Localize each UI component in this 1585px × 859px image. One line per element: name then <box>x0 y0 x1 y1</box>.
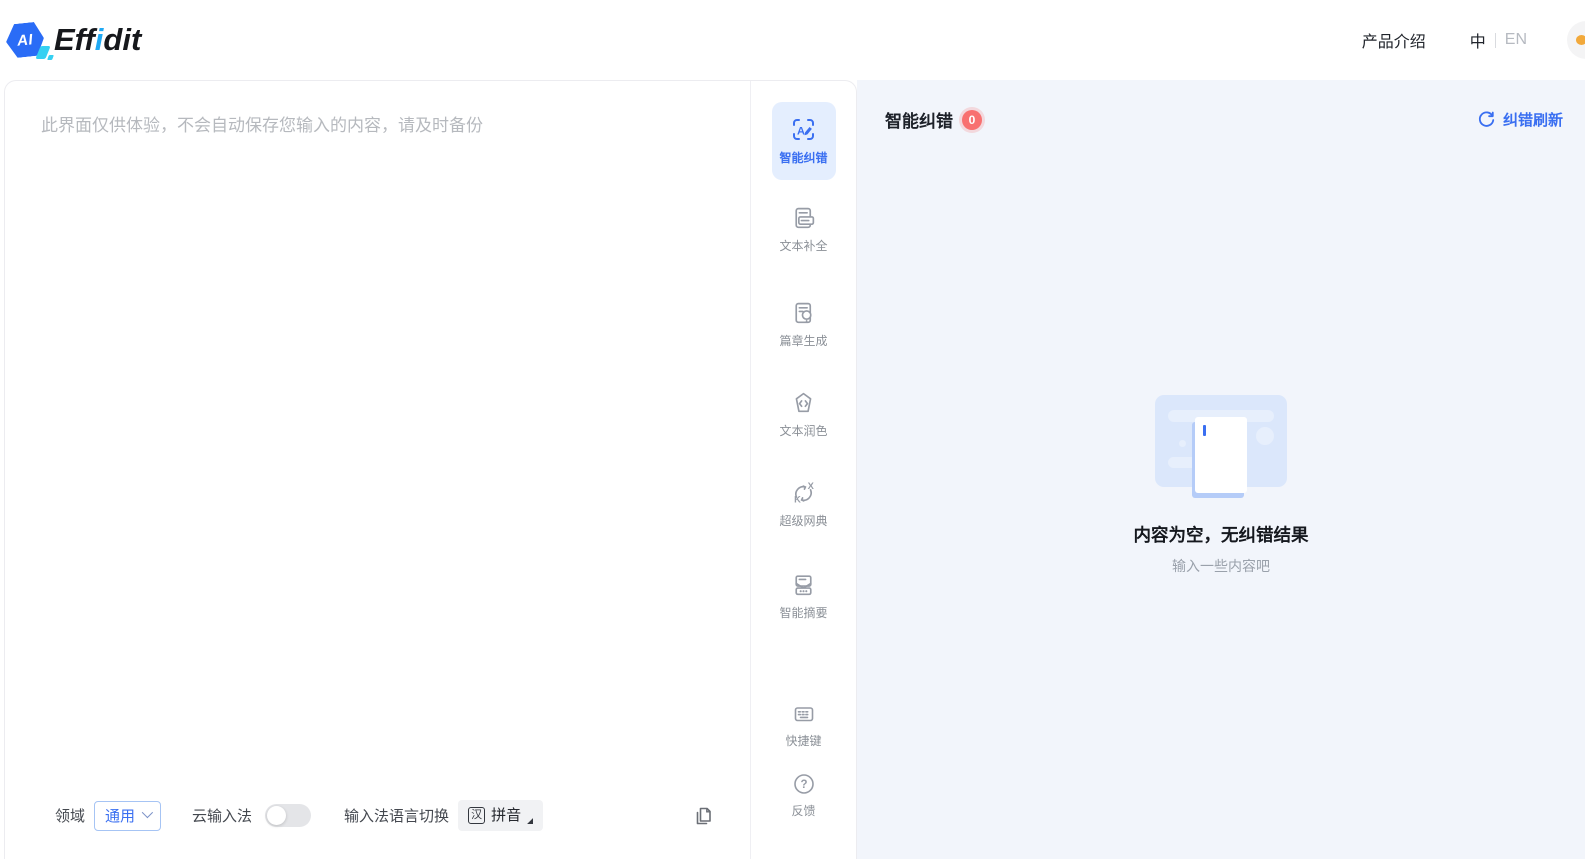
text-polish-icon <box>790 390 817 417</box>
ime-switch-label: 输入法语言切换 <box>344 805 449 826</box>
sidebar-item-super-dict[interactable]: X K 超级网典 <box>759 480 849 529</box>
sidebar-item-text-polish[interactable]: 文本润色 <box>759 390 849 439</box>
cloud-ime-toggle[interactable] <box>265 804 311 827</box>
editor-placeholder: 此界面仅供体验，不会自动保存您输入的内容，请及时备份 <box>5 81 750 136</box>
sidebar-item-smart-summary[interactable]: 智能摘要 <box>759 572 849 621</box>
error-count-badge: 0 <box>962 110 982 130</box>
domain-label: 领域 <box>55 805 85 826</box>
ime-language-value: 拼音 <box>491 807 521 825</box>
tool-sidebar: A 智能纠错 文本补全 <box>750 81 856 859</box>
cloud-ime-label: 云输入法 <box>192 805 252 826</box>
logo-wordmark: Effidit <box>54 22 141 58</box>
illustration-document-icon <box>1195 417 1247 493</box>
chevron-down-icon <box>142 807 153 818</box>
sidebar-item-label: 智能纠错 <box>779 149 827 166</box>
copy-button[interactable] <box>692 805 714 827</box>
article-generate-icon <box>790 300 817 327</box>
sidebar-item-label: 超级网典 <box>779 512 827 529</box>
sidebar-item-label: 反馈 <box>791 802 815 819</box>
empty-illustration <box>1155 395 1287 495</box>
sidebar-item-label: 文本补全 <box>779 237 827 254</box>
domain-dropdown[interactable]: 通用 <box>94 801 161 831</box>
svg-text:K: K <box>794 494 801 504</box>
empty-title: 内容为空，无纠错结果 <box>1134 522 1309 547</box>
lang-switch-en[interactable]: EN <box>1505 31 1527 49</box>
avatar-image <box>1576 35 1585 45</box>
feedback-icon: ? <box>791 771 817 797</box>
effidit-logo[interactable]: AI Effidit <box>6 21 141 59</box>
sidebar-item-label: 智能摘要 <box>779 604 827 621</box>
ai-hexagon-logo-icon: AI <box>6 21 46 59</box>
ime-pen-mark-icon <box>527 818 533 824</box>
text-complete-icon <box>790 205 817 232</box>
svg-text:?: ? <box>800 779 807 791</box>
lang-switch-zh[interactable]: 中 <box>1470 28 1486 52</box>
empty-state: 内容为空，无纠错结果 输入一些内容吧 <box>857 395 1585 576</box>
results-title: 智能纠错 <box>885 107 953 132</box>
sidebar-item-label: 快捷键 <box>785 732 821 749</box>
svg-text:A: A <box>797 126 805 138</box>
super-dict-icon: X K <box>790 480 817 507</box>
copy-icon <box>692 805 714 827</box>
user-avatar[interactable] <box>1567 21 1585 59</box>
empty-subtitle: 输入一些内容吧 <box>1172 556 1270 576</box>
han-character-icon: 汉 <box>468 807 485 824</box>
editor-toolbar: 领域 通用 云输入法 输入法语言切换 汉 拼音 <box>55 800 714 831</box>
refresh-icon <box>1477 110 1496 129</box>
toggle-knob <box>267 806 286 825</box>
sidebar-item-hotkeys[interactable]: 快捷键 <box>759 701 849 749</box>
sidebar-item-feedback[interactable]: ? 反馈 <box>759 771 849 819</box>
lang-divider <box>1495 33 1496 48</box>
sidebar-item-label: 文本润色 <box>779 422 827 439</box>
sidebar-item-text-complete[interactable]: 文本补全 <box>759 205 849 254</box>
editor-input[interactable]: 此界面仅供体验，不会自动保存您输入的内容，请及时备份 领域 通用 云输入法 输入… <box>5 81 750 859</box>
nav-product-intro[interactable]: 产品介绍 <box>1362 28 1426 52</box>
smart-correct-icon: A <box>790 116 817 143</box>
top-header: AI Effidit 产品介绍 中 EN <box>0 0 1585 80</box>
svg-text:X: X <box>808 481 815 491</box>
logo-badge-text: AI <box>16 31 34 50</box>
results-panel: 智能纠错 0 纠错刷新 <box>857 80 1585 859</box>
sidebar-item-smart-correct[interactable]: A 智能纠错 <box>772 102 836 180</box>
hotkeys-icon <box>791 701 817 727</box>
refresh-label: 纠错刷新 <box>1503 109 1563 130</box>
sidebar-item-article-generate[interactable]: 篇章生成 <box>759 300 849 349</box>
sidebar-item-label: 篇章生成 <box>779 332 827 349</box>
ime-language-button[interactable]: 汉 拼音 <box>458 800 543 831</box>
domain-dropdown-value: 通用 <box>105 805 135 826</box>
smart-summary-icon <box>790 572 817 599</box>
results-header: 智能纠错 0 纠错刷新 <box>857 80 1585 132</box>
logo-dot-accent <box>47 55 54 60</box>
refresh-button[interactable]: 纠错刷新 <box>1477 109 1563 130</box>
editor-card: 此界面仅供体验，不会自动保存您输入的内容，请及时备份 领域 通用 云输入法 输入… <box>4 80 857 859</box>
